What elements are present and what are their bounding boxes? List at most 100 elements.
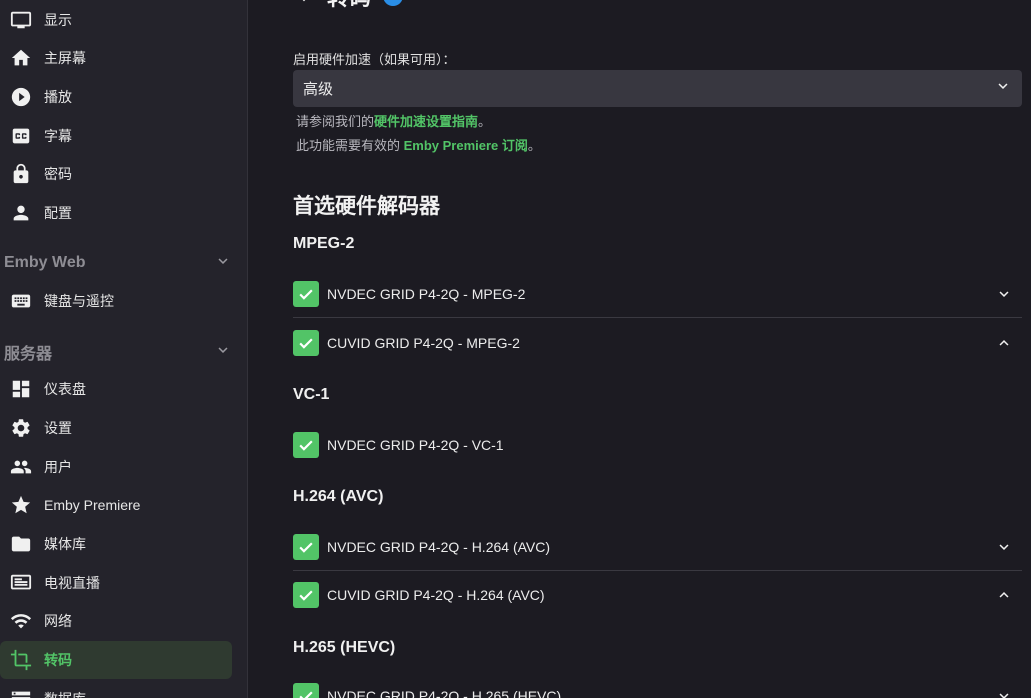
sidebar-item-playback[interactable]: 播放 <box>0 78 232 116</box>
decoder-row: NVDEC GRID P4-2Q - VC-1 <box>293 421 1022 469</box>
check-icon <box>299 440 313 451</box>
monitor-icon <box>10 9 32 31</box>
sidebar-item-live-tv[interactable]: 电视直播 <box>0 564 232 602</box>
decoder-checkbox[interactable] <box>293 280 319 307</box>
dashboard-icon <box>10 378 32 400</box>
hw-accel-guide-link[interactable]: 硬件加速设置指南 <box>374 114 478 129</box>
check-icon <box>299 338 313 349</box>
chevron-up-icon <box>999 592 1009 598</box>
sidebar-item-emby-premiere[interactable]: Emby Premiere <box>0 486 232 524</box>
hint-text: 。 <box>527 138 541 153</box>
expand-toggle[interactable] <box>992 684 1016 698</box>
hw-accel-label: 启用硬件加速（如果可用）： <box>293 52 456 67</box>
keyboard-icon <box>10 290 32 312</box>
decoder-row: CUVID GRID P4-2Q - H.264 (AVC) <box>293 571 1022 619</box>
people-icon <box>10 456 32 478</box>
help-icon[interactable] <box>383 0 404 6</box>
sidebar-item-label: 用户 <box>44 459 72 475</box>
sidebar-item-label: 设置 <box>44 420 72 436</box>
section-header-emby-web[interactable]: Emby Web <box>4 249 232 277</box>
decoder-checkbox[interactable] <box>293 533 319 560</box>
sidebar-item-keyboard[interactable]: 键盘与遥控 <box>0 282 232 320</box>
sidebar-item-label: 键盘与遥控 <box>44 293 114 309</box>
section-header-server[interactable]: 服务器 <box>4 338 232 366</box>
home-icon <box>10 47 32 69</box>
chevron-down-icon <box>999 543 1009 550</box>
check-icon <box>299 590 313 601</box>
sidebar-item-transcoding[interactable]: 转码 <box>0 641 232 679</box>
expand-toggle[interactable] <box>992 535 1016 559</box>
closed-caption-icon <box>10 125 32 147</box>
sidebar-item-label: 媒体库 <box>44 536 86 552</box>
sidebar-item-password[interactable]: 密码 <box>0 155 232 193</box>
sidebar-item-label: 主屏幕 <box>44 50 86 66</box>
sidebar-item-label: 数据库 <box>44 689 86 698</box>
sidebar-item-label: 转码 <box>44 652 72 668</box>
chevron-down-icon <box>994 77 1012 100</box>
decoder-row: NVDEC GRID P4-2Q - H.265 (HEVC) <box>293 672 1022 698</box>
back-arrow-icon[interactable] <box>293 0 315 10</box>
main-content: 转码 启用硬件加速（如果可用）： 高级 请参阅我们的硬件加速设置指南。 此功能需… <box>249 0 1031 698</box>
sidebar-item-dashboard[interactable]: 仪表盘 <box>0 370 232 408</box>
sidebar-item-subtitles[interactable]: 字幕 <box>0 117 232 155</box>
emby-premiere-link[interactable]: Emby Premiere 订阅 <box>404 138 528 153</box>
star-icon <box>10 494 32 516</box>
live-tv-icon <box>10 572 32 594</box>
codec-heading-mpeg2: MPEG-2 <box>293 235 355 252</box>
check-icon <box>299 541 313 553</box>
collapse-toggle[interactable] <box>992 331 1016 355</box>
check-icon <box>299 691 313 698</box>
chevron-down-icon <box>999 290 1009 297</box>
decoder-name: CUVID GRID P4-2Q - H.264 (AVC) <box>327 587 545 603</box>
lock-icon <box>10 163 32 185</box>
hw-accel-value: 高级 <box>303 81 334 98</box>
sidebar-item-label: 密码 <box>44 166 72 182</box>
codec-heading-vc1: VC-1 <box>293 386 330 403</box>
sidebar-item-users[interactable]: 用户 <box>0 448 232 486</box>
sidebar-item-label: 播放 <box>44 89 72 105</box>
decoder-name: CUVID GRID P4-2Q - MPEG-2 <box>327 335 520 351</box>
person-icon <box>10 202 32 224</box>
collapse-toggle[interactable] <box>992 583 1016 607</box>
hw-accel-select[interactable]: 高级 <box>293 70 1022 107</box>
sidebar-item-home[interactable]: 主屏幕 <box>0 39 232 77</box>
hw-accel-hint-guide: 请参阅我们的硬件加速设置指南。 <box>296 111 491 130</box>
chevron-down-icon <box>214 341 232 364</box>
sidebar-item-network[interactable]: 网络 <box>0 602 232 640</box>
hint-text: 请参阅我们的 <box>296 114 375 129</box>
sidebar-item-library[interactable]: 媒体库 <box>0 525 232 563</box>
chevron-down-icon <box>214 252 232 275</box>
hint-text: 。 <box>478 114 492 129</box>
decoder-checkbox[interactable] <box>293 683 319 698</box>
sidebar-item-label: 仪表盘 <box>44 381 86 397</box>
sidebar-item-database[interactable]: 数据库 <box>0 680 232 698</box>
sidebar-item-label: 字幕 <box>44 128 72 144</box>
sidebar-item-label: 配置 <box>44 205 72 221</box>
sidebar-item-display[interactable]: 显示 <box>0 1 232 39</box>
sidebar: 显示 主屏幕 播放 字幕 密码 配置 Emby Web 键盘与遥控 服务器 仪表… <box>0 0 248 698</box>
expand-toggle[interactable] <box>992 282 1016 306</box>
decoder-row: CUVID GRID P4-2Q - MPEG-2 <box>293 319 1022 367</box>
section-title: 服务器 <box>4 346 53 363</box>
gear-icon <box>10 417 32 439</box>
sidebar-item-settings[interactable]: 设置 <box>0 409 232 447</box>
chevron-up-icon <box>999 340 1009 346</box>
decoder-name: NVDEC GRID P4-2Q - H.265 (HEVC) <box>327 688 562 698</box>
database-icon <box>10 688 32 698</box>
hw-accel-hint-premiere: 此功能需要有效的 Emby Premiere 订阅。 <box>296 135 541 154</box>
preferred-decoders-title: 首选硬件解码器 <box>293 195 440 218</box>
page-header: 转码 <box>293 0 404 10</box>
sidebar-item-profile[interactable]: 配置 <box>0 194 232 232</box>
codec-heading-h265: H.265 (HEVC) <box>293 639 396 656</box>
decoder-checkbox[interactable] <box>293 432 319 458</box>
sidebar-item-label: Emby Premiere <box>44 497 141 513</box>
sidebar-item-label: 网络 <box>44 613 72 629</box>
decoder-name: NVDEC GRID P4-2Q - MPEG-2 <box>327 285 526 302</box>
decoder-checkbox[interactable] <box>293 330 319 356</box>
decoder-checkbox[interactable] <box>293 582 319 608</box>
decoder-name: NVDEC GRID P4-2Q - VC-1 <box>327 437 504 453</box>
sidebar-item-label: 电视直播 <box>44 575 100 591</box>
page-title: 转码 <box>327 0 371 12</box>
app-root: 显示 主屏幕 播放 字幕 密码 配置 Emby Web 键盘与遥控 服务器 仪表… <box>0 0 1031 698</box>
hint-text: 此功能需要有效的 <box>296 138 404 153</box>
